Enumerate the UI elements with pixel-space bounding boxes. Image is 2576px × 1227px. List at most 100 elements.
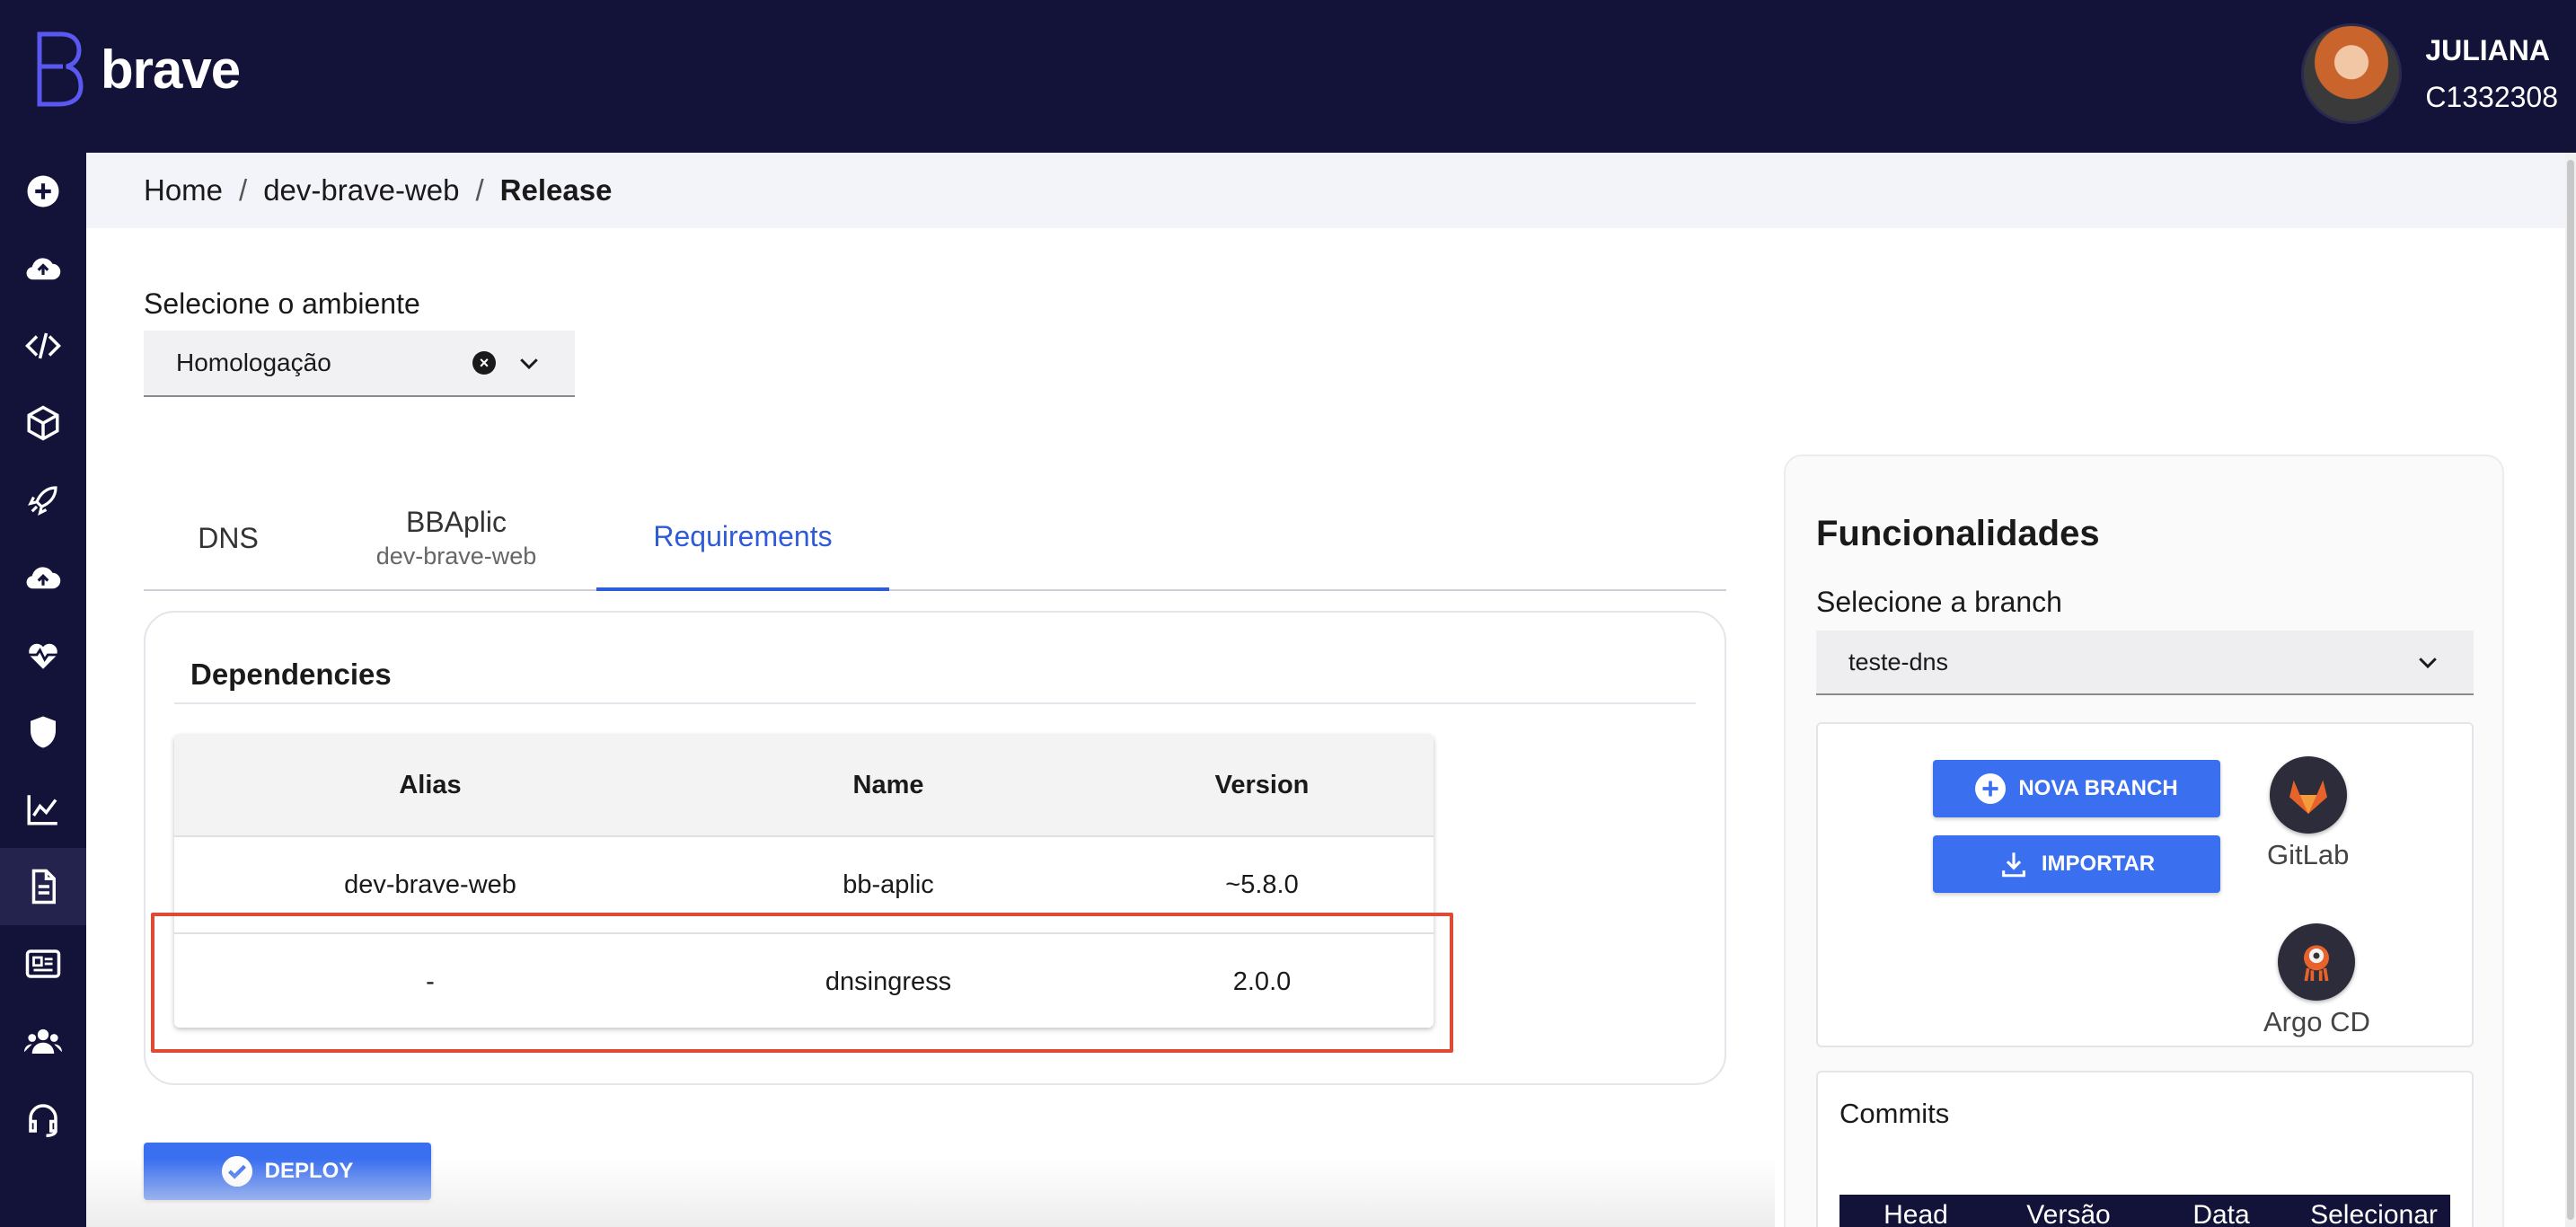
plus-circle-icon: [1975, 773, 2007, 804]
branch-value: teste-dns: [1848, 648, 1949, 675]
sidebar-item-security[interactable]: [0, 693, 86, 771]
table-row: dev-brave-web bb-aplic ~5.8.0: [174, 835, 1434, 932]
cloud-upload-icon: [26, 567, 61, 589]
sidebar-item-support[interactable]: [0, 1080, 86, 1157]
sidebar-item-upload[interactable]: [0, 539, 86, 616]
rocket-icon: [28, 486, 57, 516]
sidebar: [0, 153, 86, 1227]
sidebar-item-package[interactable]: [0, 384, 86, 462]
branch-select[interactable]: teste-dns: [1816, 631, 2474, 695]
code-icon: [25, 332, 61, 359]
new-branch-button[interactable]: NOVA BRANCH: [1933, 760, 2220, 817]
divider: [174, 702, 1696, 704]
branch-label: Selecione a branch: [1816, 586, 2062, 618]
deploy-label: DEPLOY: [264, 1159, 354, 1183]
sidebar-item-news[interactable]: [0, 925, 86, 1002]
clear-icon[interactable]: ×: [472, 351, 496, 375]
user-id: C1332308: [2425, 81, 2558, 113]
import-label: IMPORTAR: [2041, 852, 2156, 876]
package-icon: [27, 405, 59, 441]
panel-title: Funcionalidades: [1816, 514, 2100, 553]
commits-table-header: Head Versão Data Selecionar: [1839, 1195, 2450, 1227]
tab-label: BBAplic: [405, 506, 507, 538]
tab-label: DNS: [198, 521, 259, 554]
cell-name: bb-aplic: [842, 869, 934, 899]
breadcrumb: Home / dev-brave-web / Release: [86, 153, 2565, 228]
argocd-link[interactable]: Argo CD: [2263, 923, 2370, 1038]
sidebar-item-rocket[interactable]: [0, 462, 86, 539]
avatar[interactable]: [2301, 23, 2403, 124]
dependencies-card: Dependencies Alias Name Version dev-brav…: [144, 611, 1726, 1085]
brave-logo[interactable]: brave: [34, 31, 241, 108]
scrollbar-thumb[interactable]: [2567, 160, 2574, 1220]
breadcrumb-current: Release: [499, 173, 613, 207]
column-header-alias: Alias: [399, 770, 462, 799]
dependencies-title: Dependencies: [190, 658, 392, 691]
shield-icon: [31, 716, 56, 748]
users-icon: [24, 1028, 62, 1054]
commits-box: Commits Head Versão Data Selecionar: [1816, 1071, 2474, 1227]
dependencies-table: Alias Name Version dev-brave-web bb-apli…: [174, 735, 1434, 1028]
tab-label: Requirements: [653, 519, 833, 552]
cell-name: dnsingress: [825, 967, 952, 996]
sidebar-item-release[interactable]: [0, 848, 86, 925]
argocd-icon: [2278, 923, 2356, 1001]
user-name: JULIANA: [2425, 34, 2550, 66]
chevron-down-icon[interactable]: [2414, 649, 2441, 675]
cell-alias: dev-brave-web: [344, 869, 516, 899]
breadcrumb-home[interactable]: Home: [144, 173, 223, 207]
tab-sublabel: dev-brave-web: [375, 543, 537, 569]
argocd-label: Argo CD: [2263, 1006, 2370, 1037]
newspaper-icon: [25, 949, 61, 978]
new-branch-label: NOVA BRANCH: [2018, 776, 2178, 800]
tab-dns[interactable]: DNS: [144, 485, 313, 591]
download-icon: [2001, 852, 2025, 878]
tools-box: NOVA BRANCH IMPORTAR GitLab Argo CD: [1816, 722, 2474, 1047]
sidebar-item-metrics[interactable]: [0, 771, 86, 848]
column-header-select: Selecionar: [2310, 1200, 2438, 1227]
gitlab-link[interactable]: GitLab: [2267, 756, 2349, 871]
environment-label: Selecione o ambiente: [144, 287, 420, 320]
sidebar-item-code[interactable]: [0, 307, 86, 384]
column-header-version: Versão: [2026, 1200, 2111, 1227]
document-icon: [31, 869, 56, 905]
table-row: - dnsingress 2.0.0: [174, 932, 1434, 1028]
tab-bar: DNS BBAplic dev-brave-web Requirements: [144, 485, 1726, 591]
sidebar-item-health[interactable]: [0, 616, 86, 693]
commits-title: Commits: [1839, 1098, 1950, 1129]
tab-requirements[interactable]: Requirements: [596, 485, 889, 591]
logo-text: brave: [101, 39, 241, 100]
user-profile[interactable]: JULIANA C1332308: [2301, 23, 2558, 124]
gitlab-label: GitLab: [2267, 839, 2350, 870]
cell-version: ~5.8.0: [1225, 869, 1299, 899]
chart-line-icon: [27, 795, 57, 825]
column-header-name: Name: [852, 770, 924, 799]
table-header-row: Alias Name Version: [174, 735, 1434, 835]
sidebar-item-users[interactable]: [0, 1002, 86, 1080]
environment-value: Homologação: [176, 349, 331, 376]
column-header-version: Version: [1214, 770, 1310, 799]
import-button[interactable]: IMPORTAR: [1933, 835, 2220, 893]
headset-icon: [29, 1104, 57, 1137]
heartbeat-icon: [27, 643, 59, 669]
brave-b-icon: [37, 31, 84, 107]
features-panel: Funcionalidades Selecione a branch teste…: [1784, 455, 2504, 1227]
gitlab-icon: [2269, 756, 2347, 834]
tab-bbaplic[interactable]: BBAplic dev-brave-web: [323, 485, 589, 591]
user-info: JULIANA C1332308: [2425, 27, 2558, 120]
deploy-button[interactable]: DEPLOY: [144, 1143, 431, 1200]
column-header-date: Data: [2192, 1200, 2250, 1227]
cell-version: 2.0.0: [1232, 967, 1292, 996]
breadcrumb-separator: /: [475, 173, 484, 207]
plus-circle-icon: [27, 175, 59, 207]
top-bar: brave JULIANA C1332308: [0, 0, 2576, 153]
breadcrumb-project[interactable]: dev-brave-web: [263, 173, 459, 207]
chevron-down-icon[interactable]: [516, 349, 543, 376]
environment-select[interactable]: Homologação ×: [144, 331, 575, 397]
cell-alias: -: [426, 967, 435, 996]
check-circle-icon: [221, 1156, 252, 1187]
column-header-head: Head: [1883, 1200, 1948, 1227]
breadcrumb-separator: /: [239, 173, 248, 207]
sidebar-item-cloud-sync[interactable]: [0, 230, 86, 307]
sidebar-item-create[interactable]: [0, 153, 86, 230]
